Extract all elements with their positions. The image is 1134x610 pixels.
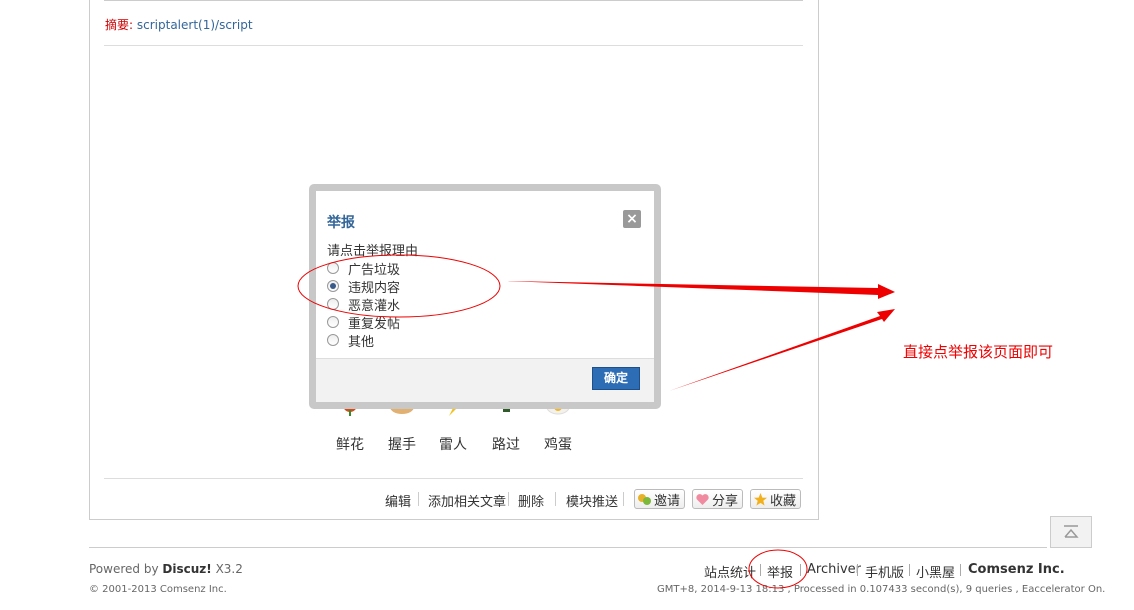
invite-icon bbox=[638, 493, 651, 505]
option-label: 违规内容 bbox=[348, 280, 401, 296]
option-label: 重复发帖 bbox=[348, 316, 401, 332]
arrow-up-icon bbox=[1064, 525, 1079, 538]
divider bbox=[104, 478, 803, 479]
report-option-duplicate[interactable]: 重复发帖 bbox=[327, 314, 401, 332]
divider bbox=[104, 0, 803, 1]
summary-value: scriptalert(1)/script bbox=[136, 18, 253, 32]
reaction-label: 鲜花 bbox=[336, 437, 364, 453]
report-dialog: 举报 × 请点击举报理由 广告垃圾 违规内容 恶意灌水 重复发帖 其他 确定 bbox=[309, 184, 661, 409]
option-label: 广告垃圾 bbox=[348, 262, 401, 278]
summary-label: 摘要 bbox=[105, 18, 130, 32]
powered-prefix: Powered by bbox=[89, 562, 159, 576]
footer-separator bbox=[857, 564, 858, 576]
radio-button-checked[interactable] bbox=[327, 280, 339, 292]
link-separator bbox=[508, 492, 509, 506]
add-related-link[interactable]: 添加相关文章 bbox=[428, 491, 506, 510]
edit-link[interactable]: 编辑 bbox=[385, 491, 411, 510]
option-label: 恶意灌水 bbox=[348, 298, 401, 314]
footer-divider bbox=[89, 547, 1047, 548]
option-label: 其他 bbox=[348, 334, 375, 350]
share-button[interactable]: 分享 bbox=[692, 489, 744, 509]
footer-link-report[interactable]: 举报 bbox=[767, 562, 793, 581]
link-separator bbox=[555, 492, 556, 506]
reaction-label: 雷人 bbox=[439, 437, 467, 453]
favorite-button[interactable]: 收藏 bbox=[750, 489, 802, 509]
footer-link-archiver[interactable]: Archiver bbox=[807, 562, 861, 577]
link-separator bbox=[623, 492, 624, 506]
invite-button[interactable]: 邀请 bbox=[634, 489, 686, 509]
radio-button[interactable] bbox=[327, 298, 339, 310]
share-label: 分享 bbox=[712, 493, 739, 509]
reaction-label: 握手 bbox=[388, 437, 416, 453]
radio-button[interactable] bbox=[327, 262, 339, 274]
dialog-prompt: 请点击举报理由 bbox=[327, 244, 419, 259]
delete-link[interactable]: 删除 bbox=[518, 491, 544, 510]
star-icon bbox=[754, 492, 767, 506]
close-icon[interactable]: × bbox=[623, 210, 641, 228]
copyright: © 2001-2013 Comsenz Inc. bbox=[89, 584, 227, 595]
footer-link-blackroom[interactable]: 小黑屋 bbox=[916, 562, 955, 581]
reaction-label: 鸡蛋 bbox=[544, 437, 572, 453]
report-option-ad[interactable]: 广告垃圾 bbox=[327, 260, 401, 278]
footer-link-company[interactable]: Comsenz Inc. bbox=[968, 562, 1065, 577]
radio-button[interactable] bbox=[327, 334, 339, 346]
footer-link-mobile[interactable]: 手机版 bbox=[865, 562, 904, 581]
dialog-footer: 确定 bbox=[316, 358, 654, 402]
push-module-link[interactable]: 模块推送 bbox=[566, 491, 618, 510]
reaction-label: 路过 bbox=[492, 437, 520, 453]
footer-separator bbox=[800, 564, 801, 576]
footer-link-stats[interactable]: 站点统计 bbox=[704, 562, 756, 581]
confirm-button[interactable]: 确定 bbox=[592, 367, 640, 390]
report-dialog-body: 举报 × 请点击举报理由 广告垃圾 违规内容 恶意灌水 重复发帖 其他 确定 bbox=[316, 191, 654, 402]
version-text: X3.2 bbox=[215, 562, 243, 576]
article-summary: 摘要: scriptalert(1)/script bbox=[105, 16, 253, 33]
invite-label: 邀请 bbox=[654, 493, 681, 509]
radio-button[interactable] bbox=[327, 316, 339, 328]
discuz-link[interactable]: Discuz! bbox=[162, 562, 211, 576]
back-to-top-button[interactable] bbox=[1050, 516, 1092, 548]
divider bbox=[104, 45, 803, 46]
powered-by: Powered by Discuz! X3.2 bbox=[89, 562, 243, 576]
footer-separator bbox=[909, 564, 910, 576]
summary-colon: : bbox=[129, 18, 134, 32]
annotation-text: 直接点举报该页面即可 bbox=[903, 343, 1054, 361]
favorite-label: 收藏 bbox=[770, 493, 797, 509]
report-option-spam[interactable]: 恶意灌水 bbox=[327, 296, 401, 314]
report-option-other[interactable]: 其他 bbox=[327, 332, 375, 350]
footer-separator bbox=[960, 564, 961, 576]
footer-separator bbox=[760, 564, 761, 576]
heart-icon bbox=[696, 493, 709, 505]
link-separator bbox=[418, 492, 419, 506]
server-info: GMT+8, 2014-9-13 18:13 , Processed in 0.… bbox=[657, 584, 1106, 595]
dialog-title: 举报 bbox=[327, 215, 355, 231]
report-option-violation[interactable]: 违规内容 bbox=[327, 278, 401, 296]
